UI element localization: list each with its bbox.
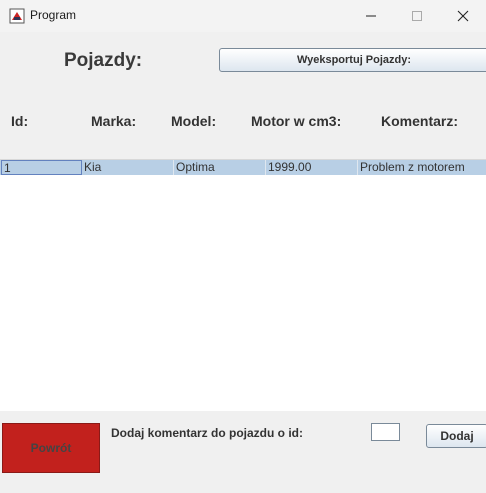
column-header-engine: Motor w cm3: — [251, 113, 342, 129]
close-icon — [457, 10, 469, 22]
cell-engine[interactable]: 1999.00 — [266, 160, 358, 175]
vehicle-id-input[interactable] — [371, 423, 400, 441]
maximize-button[interactable] — [394, 0, 440, 32]
column-header-id: Id: — [11, 113, 29, 129]
cell-model[interactable]: Optima — [174, 160, 266, 175]
page-title: Pojazdy: — [64, 50, 143, 71]
back-button[interactable]: Powrót — [2, 423, 100, 473]
add-comment-label: Dodaj komentarz do pojazdu o id: — [111, 426, 303, 440]
export-vehicles-button[interactable]: Wyeksportuj Pojazdy: — [219, 48, 486, 72]
column-header-comment: Komentarz: — [381, 113, 459, 129]
cell-id[interactable]: 1 — [1, 160, 82, 175]
vehicles-table[interactable]: 1 Kia Optima 1999.00 Problem z motorem — [0, 159, 486, 411]
title-bar: Program — [0, 0, 486, 32]
minimize-icon — [366, 15, 376, 17]
window-title: Program — [30, 8, 77, 22]
maximize-icon — [412, 11, 422, 21]
column-header-model: Model: — [171, 113, 217, 129]
minimize-button[interactable] — [348, 0, 394, 32]
java-app-icon — [9, 8, 25, 24]
close-button[interactable] — [440, 0, 486, 32]
add-comment-button[interactable]: Dodaj — [426, 424, 486, 448]
table-row[interactable]: 1 Kia Optima 1999.00 Problem z motorem — [0, 160, 486, 175]
column-header-brand: Marka: — [91, 113, 137, 129]
cell-brand[interactable]: Kia — [82, 160, 174, 175]
cell-comment[interactable]: Problem z motorem — [358, 160, 486, 175]
